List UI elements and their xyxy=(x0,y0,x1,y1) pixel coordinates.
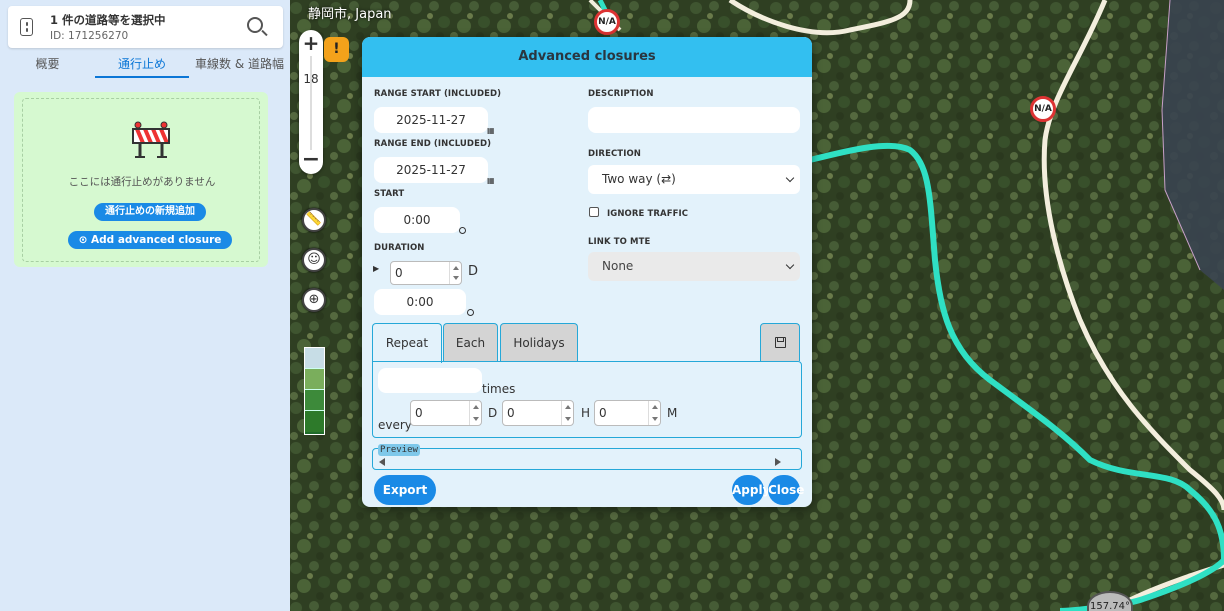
search-icon[interactable] xyxy=(247,17,263,33)
zoom-in-button[interactable]: + xyxy=(299,32,323,54)
layer-up-arrow-icon[interactable] xyxy=(305,369,324,390)
crosshair-icon: ⊕ xyxy=(308,292,320,307)
clock-icon[interactable] xyxy=(467,309,474,316)
save-button[interactable] xyxy=(760,323,800,361)
link-mte-label: LINK TO MTE xyxy=(588,237,651,247)
every-days-spinner[interactable] xyxy=(469,401,481,425)
description-label: DESCRIPTION xyxy=(588,89,654,99)
every-minutes-input[interactable]: 0 xyxy=(594,400,661,426)
every-hours-value: 0 xyxy=(507,406,515,420)
export-csv-button[interactable]: Export CSV xyxy=(374,475,436,505)
selection-title: 1 件の道路等を選択中 xyxy=(50,13,166,27)
layer-switcher[interactable] xyxy=(304,347,325,435)
tab-closures[interactable]: 通行止め xyxy=(95,54,189,78)
every-minutes-unit: M xyxy=(667,406,678,420)
preview-label: Preview xyxy=(378,444,420,456)
chevron-down-icon xyxy=(785,260,795,270)
layer-sky[interactable] xyxy=(305,348,324,369)
link-mte-value: None xyxy=(602,259,634,273)
selection-card: 1 件の道路等を選択中 ID: 171256270 xyxy=(8,6,283,48)
zoom-out-button[interactable]: − xyxy=(299,149,323,172)
every-hours-input[interactable]: 0 xyxy=(502,400,574,426)
every-hours-unit: H xyxy=(581,406,591,420)
start-label: START xyxy=(374,189,405,199)
calendar-icon[interactable]: ▦ xyxy=(487,176,495,185)
add-advanced-closure-button[interactable]: ⊙ Add advanced closure xyxy=(68,231,232,249)
range-end-input[interactable]: 2025-11-27 xyxy=(374,157,488,183)
street-view-button[interactable]: ☺ xyxy=(302,248,326,272)
duration-marker-icon: ▶ xyxy=(373,264,380,273)
na-badge: N/A xyxy=(1030,96,1056,122)
direction-label: DIRECTION xyxy=(588,149,642,159)
ignore-traffic-checkbox[interactable] xyxy=(589,207,599,217)
left-sidebar: 1 件の道路等を選択中 ID: 171256270 概要 通行止め 車線数 & … xyxy=(0,0,290,611)
tab-lanes[interactable]: 車線数 & 道路幅 xyxy=(189,54,290,78)
range-end-label: RANGE END (INCLUDED) xyxy=(374,139,492,149)
calendar-icon[interactable]: ▦ xyxy=(487,126,495,135)
na-badge: N/A xyxy=(594,9,620,35)
pegman-icon: ☺ xyxy=(307,252,321,267)
chevron-down-icon xyxy=(785,173,795,183)
no-closures-text: ここには通行止めがありません xyxy=(68,176,216,188)
ignore-traffic-label: IGNORE TRAFFIC xyxy=(607,209,689,219)
direction-select[interactable]: Two way (⇄) xyxy=(588,165,800,194)
duration-time-input[interactable]: 0:00 xyxy=(374,289,466,315)
range-start-input[interactable]: 2025-11-27 xyxy=(374,107,488,133)
scroll-right-icon[interactable] xyxy=(775,458,781,466)
duration-label: DURATION xyxy=(374,243,425,253)
description-input[interactable] xyxy=(588,107,800,133)
zoom-level: 18 xyxy=(303,72,319,86)
repeat-panel: times every 0 D 0 H 0 M xyxy=(372,361,802,438)
zoom-control: + 18 − xyxy=(299,30,323,174)
every-minutes-spinner[interactable] xyxy=(648,401,660,425)
road-segment-icon xyxy=(20,18,33,36)
range-start-label: RANGE START (INCLUDED) xyxy=(374,89,502,99)
duration-days-spinner[interactable] xyxy=(449,262,461,284)
ruler-tool-button[interactable]: 📏 xyxy=(302,208,326,232)
layer-traffic-icon[interactable] xyxy=(305,390,324,411)
road-barrier-icon xyxy=(132,121,170,158)
segment-id: ID: 171256270 xyxy=(50,30,129,42)
zoom-slider[interactable] xyxy=(310,56,312,150)
duration-days-input[interactable]: 0 xyxy=(390,261,462,285)
ruler-icon: 📏 xyxy=(305,212,323,227)
locate-button[interactable]: ⊕ xyxy=(302,288,326,312)
advanced-closures-dialog: Advanced closures RANGE START (INCLUDED)… xyxy=(362,37,812,507)
every-hours-spinner[interactable] xyxy=(561,401,573,425)
every-days-input[interactable]: 0 xyxy=(410,400,482,426)
add-closure-button[interactable]: 通行止めの新規追加 xyxy=(94,203,206,221)
every-days-unit: D xyxy=(488,406,498,420)
duration-days-unit: D xyxy=(468,264,479,279)
closures-empty-area: ここには通行止めがありません 通行止めの新規追加 ⊙ Add advanced … xyxy=(22,98,260,262)
warning-icon[interactable]: ! xyxy=(324,37,349,62)
tab-each[interactable]: Each xyxy=(443,323,498,361)
map-location-label: 静岡市, Japan xyxy=(308,7,392,22)
scroll-left-icon[interactable] xyxy=(379,458,385,466)
save-icon xyxy=(775,337,786,348)
direction-value: Two way (⇄) xyxy=(602,172,676,186)
tab-general[interactable]: 概要 xyxy=(0,54,95,78)
apply-button[interactable]: Apply xyxy=(732,475,770,505)
times-label: times xyxy=(482,382,516,396)
every-label: every xyxy=(378,418,412,432)
close-button[interactable]: Close xyxy=(768,475,804,505)
segment-tabs: 概要 通行止め 車線数 & 道路幅 xyxy=(0,54,290,78)
start-time-input[interactable]: 0:00 xyxy=(374,207,460,233)
clock-icon[interactable] xyxy=(459,227,466,234)
duration-days-value: 0 xyxy=(395,266,403,280)
repeat-times-input[interactable] xyxy=(378,368,482,393)
every-days-value: 0 xyxy=(415,406,423,420)
layer-hiking-icon[interactable] xyxy=(305,411,324,432)
closures-panel: ここには通行止めがありません 通行止めの新規追加 ⊙ Add advanced … xyxy=(14,92,268,267)
dialog-title: Advanced closures xyxy=(362,37,812,77)
every-minutes-value: 0 xyxy=(599,406,607,420)
tab-repeat[interactable]: Repeat xyxy=(372,323,442,363)
tab-holidays[interactable]: Holidays xyxy=(500,323,578,361)
preview-timeline[interactable]: Preview xyxy=(372,444,802,470)
link-mte-select[interactable]: None xyxy=(588,252,800,281)
